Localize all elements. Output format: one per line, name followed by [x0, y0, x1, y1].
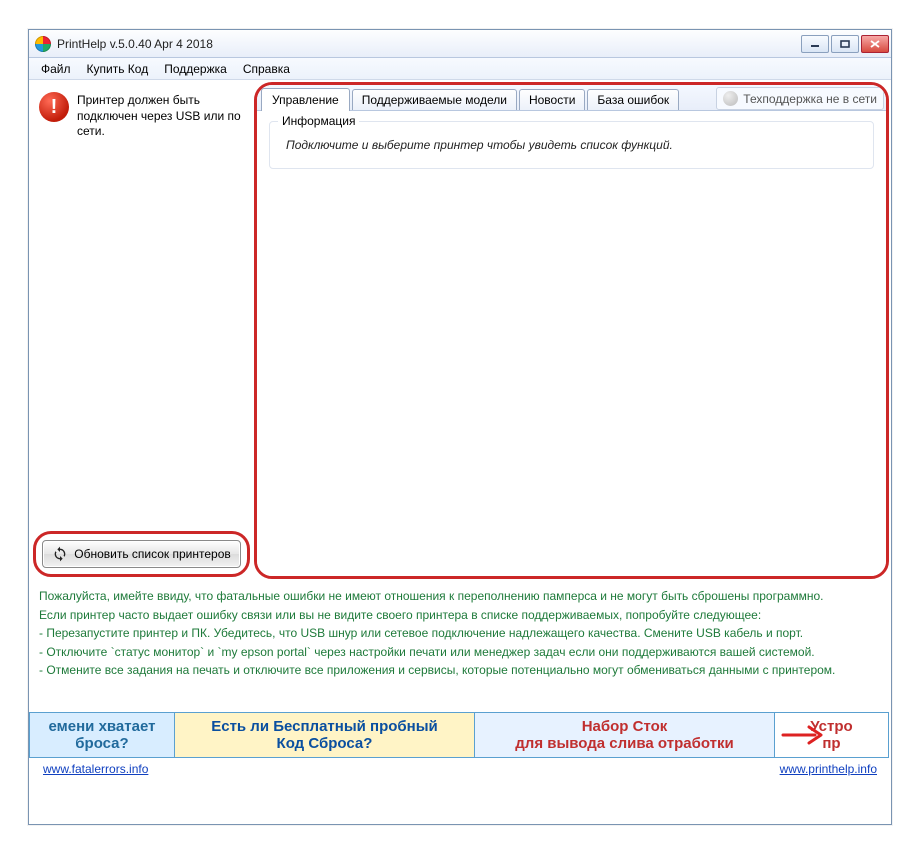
- ads-row: емени хватает броса? Есть ли Бесплатный …: [29, 712, 891, 758]
- refresh-label: Обновить список принтеров: [74, 547, 231, 561]
- notice-text: Принтер должен быть подключен через USB …: [77, 92, 244, 140]
- menubar: Файл Купить Код Поддержка Справка: [29, 58, 891, 80]
- titlebar: PrintHelp v.5.0.40 Apr 4 2018: [29, 30, 891, 58]
- refresh-printers-button[interactable]: Обновить список принтеров: [42, 540, 241, 568]
- right-pane: Управление Поддерживаемые модели Новости…: [254, 80, 891, 581]
- alert-icon: !: [39, 92, 69, 122]
- footer-link-right[interactable]: www.printhelp.info: [780, 762, 877, 776]
- printer-notice: ! Принтер должен быть подключен через US…: [35, 88, 248, 144]
- footer: www.fatalerrors.info www.printhelp.info: [29, 758, 891, 782]
- arrow-icon: [781, 720, 827, 750]
- tabs-highlight: Управление Поддерживаемые модели Новости…: [254, 82, 889, 579]
- window-title: PrintHelp v.5.0.40 Apr 4 2018: [57, 37, 799, 51]
- tab-error-db[interactable]: База ошибок: [587, 89, 679, 110]
- menu-support[interactable]: Поддержка: [158, 60, 233, 78]
- minimize-button[interactable]: [801, 35, 829, 53]
- tab-supported-models[interactable]: Поддерживаемые модели: [352, 89, 517, 110]
- footer-link-left[interactable]: www.fatalerrors.info: [43, 762, 148, 776]
- close-button[interactable]: [861, 35, 889, 53]
- minimize-icon: [810, 40, 820, 48]
- support-avatar-icon: [723, 91, 738, 106]
- left-pane: ! Принтер должен быть подключен через US…: [29, 80, 254, 581]
- info-groupbox: Информация Подключите и выберите принтер…: [269, 121, 874, 169]
- tip-line: - Отключите `статус монитор` и `my epson…: [39, 643, 881, 662]
- menu-help[interactable]: Справка: [237, 60, 296, 78]
- app-icon: [35, 36, 51, 52]
- tab-control[interactable]: Управление: [261, 88, 350, 111]
- tip-line: Пожалуйста, имейте ввиду, что фатальные …: [39, 587, 881, 606]
- tab-news[interactable]: Новости: [519, 89, 585, 110]
- tips-block: Пожалуйста, имейте ввиду, что фатальные …: [29, 581, 891, 684]
- info-message: Подключите и выберите принтер чтобы увид…: [282, 134, 861, 156]
- ad-panel-3[interactable]: Набор Сток для вывода слива отработки: [475, 712, 775, 758]
- tip-line: - Перезапустите принтер и ПК. Убедитесь,…: [39, 624, 881, 643]
- refresh-highlight: Обновить список принтеров: [33, 531, 250, 577]
- maximize-button[interactable]: [831, 35, 859, 53]
- menu-buy-code[interactable]: Купить Код: [81, 60, 155, 78]
- tip-line: - Отмените все задания на печать и отклю…: [39, 661, 881, 680]
- ad-panel-4[interactable]: Устро пр: [775, 712, 889, 758]
- maximize-icon: [840, 40, 850, 48]
- refresh-icon: [52, 546, 68, 562]
- tabs-row: Управление Поддерживаемые модели Новости…: [257, 85, 886, 110]
- ad-panel-1[interactable]: емени хватает броса?: [29, 712, 175, 758]
- support-status-label: Техподдержка не в сети: [743, 92, 877, 106]
- ad-panel-2[interactable]: Есть ли Бесплатный пробный Код Сброса?: [175, 712, 475, 758]
- tab-content: Информация Подключите и выберите принтер…: [257, 110, 886, 576]
- menu-file[interactable]: Файл: [35, 60, 77, 78]
- groupbox-title: Информация: [278, 114, 359, 128]
- tip-line: Если принтер часто выдает ошибку связи и…: [39, 606, 881, 625]
- support-status[interactable]: Техподдержка не в сети: [716, 87, 884, 110]
- close-icon: [870, 40, 880, 48]
- app-window: PrintHelp v.5.0.40 Apr 4 2018 Файл Купит…: [28, 29, 892, 825]
